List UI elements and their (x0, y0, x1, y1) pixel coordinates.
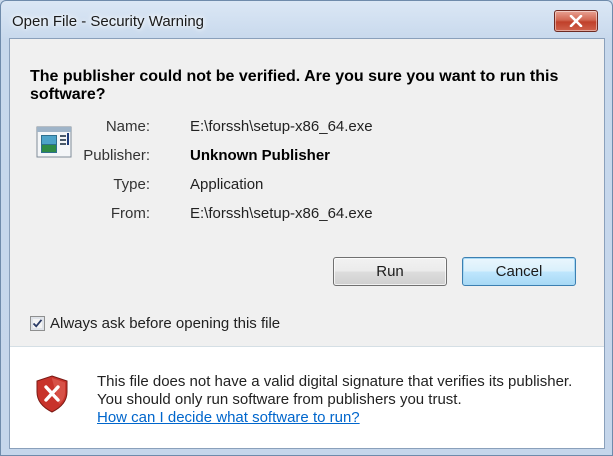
check-icon (32, 318, 43, 328)
detail-label: Publisher: (83, 147, 150, 164)
shield-error-icon (36, 375, 68, 413)
close-button[interactable] (554, 10, 598, 32)
dialog-body: The publisher could not be verified. Are… (9, 38, 605, 449)
dialog-upper-panel: The publisher could not be verified. Are… (10, 39, 604, 346)
detail-value: E:\forssh\setup-x86_64.exe (190, 205, 373, 222)
detail-row-type: Type: Application (10, 175, 570, 195)
detail-row-from: From: E:\forssh\setup-x86_64.exe (10, 204, 570, 224)
warning-headline: The publisher could not be verified. Are… (30, 68, 559, 103)
warning-info-panel: This file does not have a valid digital … (10, 348, 604, 448)
run-button[interactable]: Run (333, 257, 447, 286)
help-link[interactable]: How can I decide what software to run? (97, 409, 360, 427)
window-title: Open File - Security Warning (12, 13, 205, 30)
always-ask-label: Always ask before opening this file (50, 314, 281, 332)
always-ask-checkbox[interactable] (30, 315, 45, 331)
close-icon (569, 15, 583, 27)
warning-message: This file does not have a valid digital … (97, 373, 573, 408)
detail-value: Application (190, 176, 264, 193)
detail-label: Name: (105, 118, 150, 135)
detail-value: Unknown Publisher (190, 147, 331, 164)
title-bar[interactable]: Open File - Security Warning (1, 1, 612, 43)
security-warning-dialog: Open File - Security Warning The publish… (0, 0, 613, 456)
detail-row-publisher: Publisher: Unknown Publisher (10, 146, 570, 166)
cancel-button[interactable]: Cancel (462, 257, 576, 286)
detail-label: Type: (113, 176, 150, 193)
always-ask-checkbox-row[interactable]: Always ask before opening this file (30, 314, 280, 332)
detail-row-name: Name: E:\forssh\setup-x86_64.exe (10, 117, 570, 137)
detail-value: E:\forssh\setup-x86_64.exe (190, 118, 373, 135)
detail-label: From: (110, 205, 150, 222)
